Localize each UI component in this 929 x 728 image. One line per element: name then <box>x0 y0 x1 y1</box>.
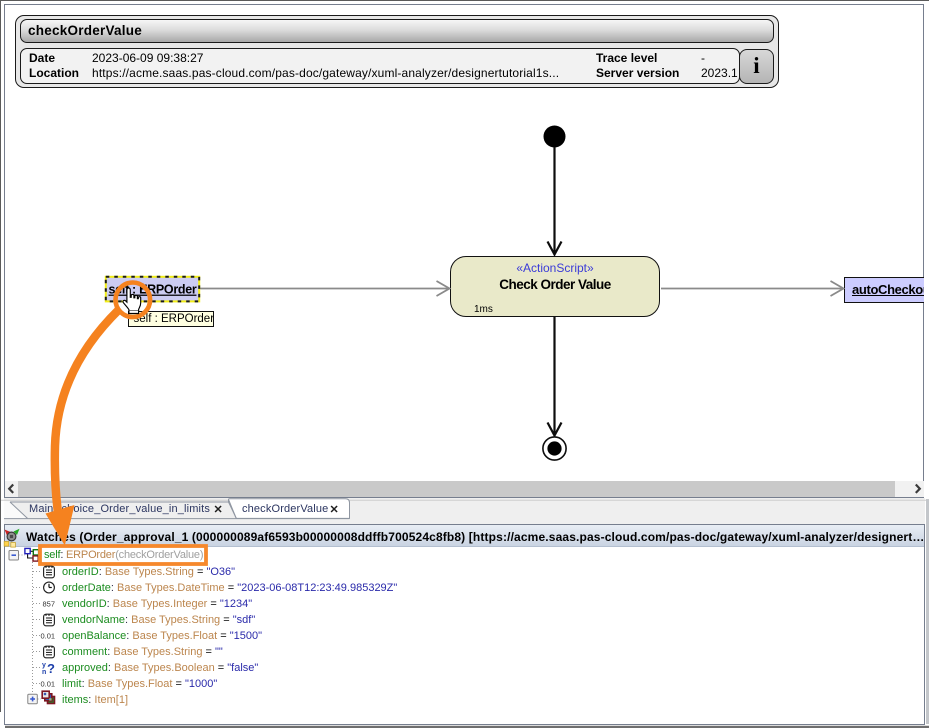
svg-text:857: 857 <box>43 600 56 609</box>
svg-text:?: ? <box>47 661 55 676</box>
svg-text:y: y <box>42 662 46 669</box>
svg-text:n: n <box>42 669 46 676</box>
svg-text:0.01: 0.01 <box>41 632 56 641</box>
svg-text:0.01: 0.01 <box>41 680 56 689</box>
